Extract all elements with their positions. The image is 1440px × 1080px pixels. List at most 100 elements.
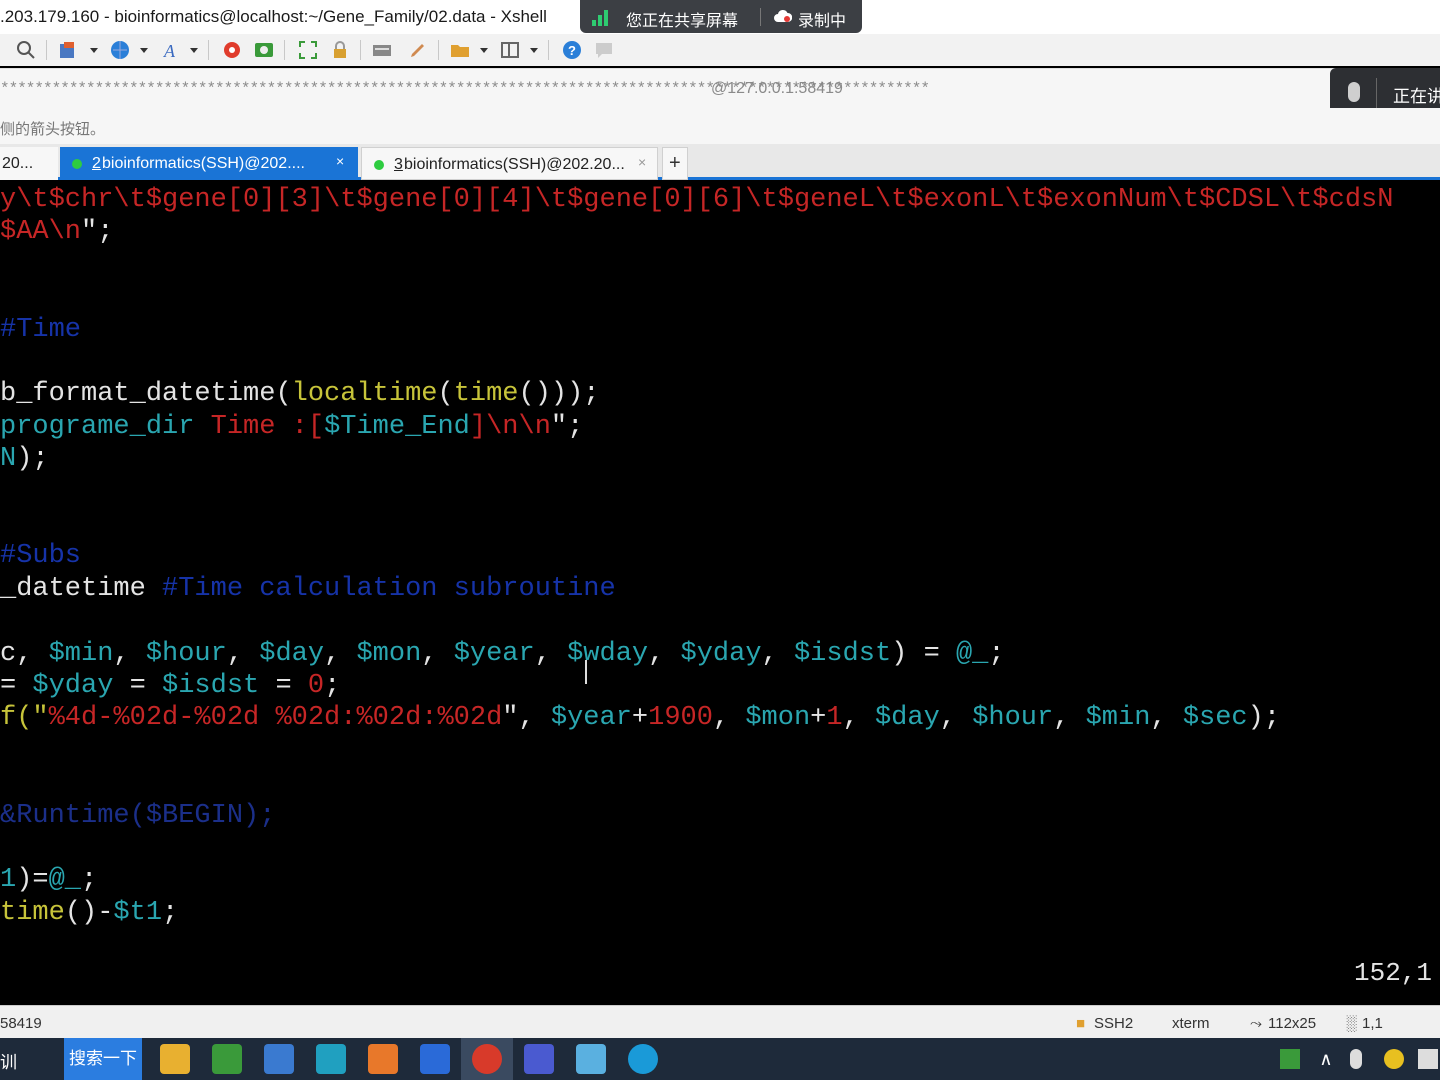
status-pos: 1,1: [1362, 1015, 1383, 1032]
chevron-down-icon[interactable]: [90, 48, 98, 53]
code-token: +: [631, 703, 649, 734]
code-token: );: [1247, 703, 1281, 734]
network-app-icon[interactable]: [264, 1044, 294, 1074]
taskbar: 训 搜索一下 ∧: [0, 1038, 1440, 1080]
chevron-down-icon[interactable]: [480, 48, 488, 53]
share-status-text: 您正在共享屏幕: [626, 13, 739, 30]
globe-icon[interactable]: [110, 40, 130, 60]
mountain-app-icon[interactable]: [524, 1044, 554, 1074]
notepad-icon[interactable]: [576, 1044, 606, 1074]
code-token: ,: [939, 703, 973, 734]
title-bar: .203.179.160 - bioinformatics@localhost:…: [0, 0, 1440, 34]
toolbar: A ?: [0, 34, 1440, 66]
code-token: +: [810, 703, 827, 734]
code-token: %4d-%02d-%02d %02d:%02d:%02d: [48, 703, 503, 734]
close-icon[interactable]: ×: [638, 154, 646, 170]
network-icon[interactable]: [1418, 1049, 1438, 1069]
code-token: [0][3]: [226, 185, 325, 215]
fullscreen-icon[interactable]: [298, 40, 318, 60]
camera-app-icon[interactable]: [316, 1044, 346, 1074]
new-session-icon[interactable]: [58, 40, 78, 60]
code-token: $AA\n: [0, 217, 82, 248]
code-token: \t$geneL\t$exonL\t$exonNum\t$CDSL\t$cdsN: [745, 185, 1394, 215]
close-icon[interactable]: ×: [336, 153, 344, 169]
recording-status-text: 录制中: [798, 13, 847, 30]
connected-status-icon: [72, 159, 82, 169]
terminal-line: _datetime #Time calculation subroutine: [0, 573, 616, 605]
tab-label: bioinformatics(SSH)@202....: [102, 155, 305, 172]
file-explorer-icon[interactable]: [160, 1044, 190, 1074]
code-token: ,: [113, 638, 146, 669]
code-token: $mon: [745, 703, 811, 734]
tab-session-2[interactable]: 2 bioinformatics(SSH)@202.... ×: [60, 147, 358, 180]
terminal-line: c, $min, $hour, $day, $mon, $year, $wday…: [0, 638, 1005, 670]
folder-icon[interactable]: [450, 40, 470, 60]
position-icon: ░: [1346, 1015, 1357, 1032]
plus-circle-icon[interactable]: [1384, 1049, 1404, 1069]
code-token: &Runtime($BEGIN);: [0, 800, 276, 831]
code-token: $t1: [113, 897, 163, 928]
cursor-position: 152,1: [1353, 958, 1432, 988]
chevron-up-icon[interactable]: ∧: [1316, 1049, 1336, 1069]
status-term: xterm: [1172, 1015, 1210, 1032]
terminal-line: y\t$chr\t$gene[0][3]\t$gene[0][4]\t$gene…: [0, 184, 1393, 216]
terminal-line: b_format_datetime(localtime(time()));: [0, 378, 600, 410]
chevron-down-icon[interactable]: [190, 48, 198, 53]
keyboard-icon[interactable]: [372, 40, 392, 60]
layout-icon[interactable]: [500, 40, 520, 60]
code-token: =: [259, 671, 308, 701]
chevron-down-icon[interactable]: [530, 48, 538, 53]
code-token: ) =: [891, 638, 956, 669]
tab-bar: 20... 2 bioinformatics(SSH)@202.... × 3 …: [0, 144, 1440, 180]
code-token: b_format_datetime(: [0, 379, 292, 410]
code-token: $hour: [972, 703, 1054, 734]
tab-session-3[interactable]: 3 bioinformatics(SSH)@202.20... ×: [361, 147, 658, 180]
code-token: ;: [162, 897, 179, 928]
chevron-down-icon[interactable]: [140, 48, 148, 53]
green-app-icon[interactable]: [212, 1044, 242, 1074]
terminal-line: f("%4d-%02d-%02d %02d:%02d:%02d", $year+…: [0, 702, 1280, 734]
tab-session-1[interactable]: 20...: [0, 147, 58, 180]
pen-icon[interactable]: [408, 40, 428, 60]
terminal-view[interactable]: 152,1 y\t$chr\t$gene[0][3]\t$gene[0][4]\…: [0, 182, 1440, 1005]
code-token: f(": [0, 703, 49, 734]
edge-icon[interactable]: [628, 1044, 658, 1074]
green-app-icon[interactable]: [254, 40, 274, 60]
code-token: $wday: [567, 638, 649, 669]
code-token: [0][6]: [648, 185, 746, 215]
tab-label: 20...: [2, 155, 34, 172]
connected-status-icon: [374, 160, 384, 170]
code-token: ;: [988, 638, 1005, 669]
code-token: @_: [48, 865, 82, 896]
code-token: $day: [259, 638, 325, 669]
chat-icon[interactable]: [594, 40, 614, 60]
svg-text:?: ?: [568, 43, 576, 58]
terminal-line: = $yday = $isdst = 0;: [0, 670, 340, 702]
screen-share-banner[interactable]: 您正在共享屏幕 录制中: [580, 0, 862, 33]
lock-icon[interactable]: [330, 40, 350, 60]
code-token: $yday: [680, 638, 762, 669]
code-token: ()-: [64, 897, 114, 928]
address-bar[interactable]: ****************************************…: [0, 68, 1440, 108]
add-tab-button[interactable]: +: [662, 147, 688, 180]
status-protocol: SSH2: [1094, 1015, 1134, 1032]
code-token: #Time: [0, 314, 82, 345]
blue-app-icon[interactable]: [420, 1044, 450, 1074]
xshell-icon[interactable]: [472, 1044, 502, 1074]
code-token: localtime: [291, 379, 438, 410]
orange-app-icon[interactable]: [368, 1044, 398, 1074]
font-icon[interactable]: A: [162, 40, 182, 60]
microphone-icon[interactable]: [1350, 1049, 1362, 1069]
code-token: =: [0, 671, 33, 701]
code-token: ()));: [518, 379, 600, 410]
search-button[interactable]: 搜索一下: [64, 1038, 142, 1080]
popup-divider: [1376, 78, 1377, 108]
search-icon[interactable]: [16, 40, 36, 60]
code-token: $mon: [356, 638, 422, 669]
help-icon[interactable]: ?: [562, 40, 582, 60]
toolbar-divider: [208, 40, 209, 60]
code-token: (: [437, 379, 454, 410]
code-token: ",: [502, 703, 551, 734]
xftp-icon[interactable]: [222, 40, 242, 60]
battery-icon[interactable]: [1280, 1049, 1300, 1069]
